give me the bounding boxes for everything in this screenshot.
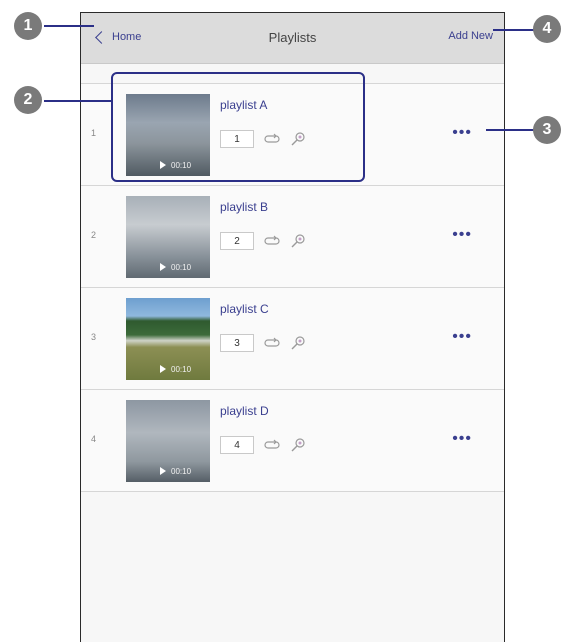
callout-badge-3: 3 [533,116,561,144]
playlist-count-box: 4 [220,436,254,454]
playlist-row[interactable]: 3 00:10 playlist C 3 ••• [81,287,504,389]
effect-wand-icon[interactable] [290,335,306,351]
effect-wand-icon[interactable] [290,437,306,453]
playlist-row[interactable]: 2 00:10 playlist B 2 ••• [81,185,504,287]
duration-bar: 00:10 [160,464,191,478]
highlight-box [111,72,365,182]
more-options-button[interactable]: ••• [452,125,472,141]
playlist-controls: 2 [220,232,306,250]
row-number: 4 [91,434,97,444]
playlist-controls: 4 [220,436,306,454]
page-title: Playlists [268,30,317,45]
callout-badge-4: 4 [533,15,561,43]
repeat-icon[interactable] [264,233,280,249]
more-options-button[interactable]: ••• [452,431,472,447]
callout-line-4 [493,29,537,31]
playlist-controls: 3 [220,334,306,352]
playlist-row[interactable]: 4 00:10 playlist D 4 ••• [81,389,504,492]
row-number: 3 [91,332,97,342]
callout-line-2 [44,100,112,102]
playlist-thumbnail[interactable]: 00:10 [126,196,210,278]
more-options-button[interactable]: ••• [452,227,472,243]
duration-label: 00:10 [171,262,192,272]
playlist-thumbnail[interactable]: 00:10 [126,400,210,482]
row-number: 1 [91,128,97,138]
play-icon [160,467,166,475]
playlist-thumbnail[interactable]: 00:10 [126,298,210,380]
repeat-icon[interactable] [264,335,280,351]
duration-label: 00:10 [171,364,192,374]
playlist-count-box: 3 [220,334,254,352]
playlist-name[interactable]: playlist D [220,404,269,418]
duration-bar: 00:10 [160,260,191,274]
play-icon [160,263,166,271]
duration-bar: 00:10 [160,362,191,376]
more-options-button[interactable]: ••• [452,329,472,345]
playlist-name[interactable]: playlist B [220,200,268,214]
add-new-button[interactable]: Add New [448,30,493,42]
callout-line-1 [44,25,94,27]
navigation-bar: Home Playlists Add New [81,13,504,64]
play-icon [160,365,166,373]
row-number: 2 [91,230,97,240]
callout-badge-1: 1 [14,12,42,40]
repeat-icon[interactable] [264,437,280,453]
callout-line-3 [486,129,535,131]
playlist-name[interactable]: playlist C [220,302,269,316]
callout-badge-2: 2 [14,86,42,114]
effect-wand-icon[interactable] [290,233,306,249]
playlist-count-box: 2 [220,232,254,250]
duration-label: 00:10 [171,466,192,476]
